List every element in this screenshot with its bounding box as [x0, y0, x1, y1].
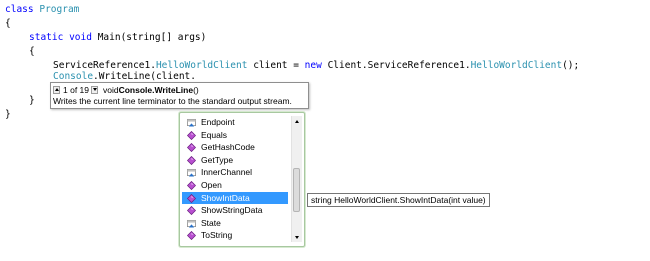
code-line-close-brace: } [5, 109, 11, 120]
keyword-void: void [69, 32, 92, 43]
next-overload-button[interactable] [91, 85, 98, 94]
keyword-static: static [29, 32, 64, 43]
completion-item-label: Open [201, 179, 222, 190]
completion-item-label: Endpoint [201, 117, 235, 127]
method-icon [187, 193, 196, 203]
code-line-method-close-brace: } [29, 95, 35, 106]
member-signature-tooltip: string HelloWorldClient.ShowIntData(int … [307, 193, 490, 207]
method-icon [187, 130, 196, 140]
keyword-new: new [304, 60, 322, 71]
completion-item[interactable]: GetType [182, 154, 288, 167]
intellisense-completion-list[interactable]: Endpoint Equals GetHashCode GetType InnerCha… [179, 112, 305, 247]
completion-item[interactable]: Equals [182, 129, 288, 142]
keyword-class: class [5, 4, 34, 15]
down-arrow-icon [92, 88, 97, 91]
completion-items: Endpoint Equals GetHashCode GetType InnerCha… [182, 116, 288, 242]
completion-item[interactable]: Endpoint [182, 116, 288, 129]
overload-counter: 1 of 19 [63, 84, 89, 95]
parameter-info-tooltip: 1 of 19 void Console.WriteLine () Writes… [50, 82, 309, 109]
method-icon [187, 155, 196, 165]
completion-item[interactable]: ToString [182, 229, 288, 242]
method-icon [187, 231, 196, 241]
completion-item-label: State [201, 217, 221, 228]
code-line-open-brace: { [5, 18, 11, 29]
method-icon [187, 143, 196, 153]
signature-suffix: () [193, 84, 199, 95]
signature-method-name: Console.WriteLine [118, 84, 194, 95]
completion-item-label: Equals [201, 129, 227, 140]
method-description: Writes the current line terminator to th… [53, 96, 292, 106]
completion-item-label: ShowIntData [201, 192, 250, 203]
up-arrow-icon [54, 88, 59, 91]
variable-assign: client = [247, 60, 305, 71]
method-icon [187, 206, 196, 216]
class-name: Program [39, 4, 80, 15]
completion-item-label: GetHashCode [201, 142, 255, 153]
completion-item[interactable]: Open [182, 179, 288, 192]
type-name-2: HelloWorldClient [470, 60, 563, 71]
completion-item-label: GetType [201, 154, 234, 165]
namespace-prefix-2: Client.ServiceReference1. [321, 60, 471, 71]
code-line-method-open-brace: { [29, 46, 35, 57]
code-line-main: static void Main(string[] args) [29, 31, 206, 45]
property-icon [187, 219, 196, 228]
scroll-down-button[interactable] [292, 232, 302, 242]
completion-item[interactable]: InnerChannel [182, 166, 288, 179]
signature-prefix: void [103, 84, 119, 95]
previous-overload-button[interactable] [53, 85, 60, 94]
completion-item[interactable]: ShowIntData [182, 191, 288, 205]
scroll-up-button[interactable] [292, 116, 302, 126]
completion-item-label: ToString [201, 230, 233, 241]
completion-item[interactable]: ShowStringData [182, 204, 288, 217]
scroll-thumb[interactable] [293, 168, 300, 212]
property-icon [187, 118, 196, 127]
method-icon [187, 180, 196, 190]
completion-item[interactable]: State [182, 217, 288, 230]
completion-item-label: InnerChannel [201, 167, 253, 178]
code-line-class: class Program [5, 3, 79, 17]
completion-item[interactable]: GetHashCode [182, 141, 288, 154]
down-arrow-icon [295, 235, 299, 239]
up-arrow-icon [295, 119, 299, 123]
property-icon [187, 169, 196, 177]
overload-navigator: 1 of 19 void Console.WriteLine () [53, 84, 199, 95]
completion-scrollbar[interactable] [291, 116, 302, 242]
main-signature: Main(string[] args) [97, 32, 207, 43]
writeline-call: .WriteLine(client. [93, 71, 196, 82]
console-type: Console [53, 71, 94, 82]
code-editor[interactable]: class Program { static void Main(string[… [0, 0, 650, 261]
completion-item-label: ShowStringData [201, 205, 263, 216]
constructor-call: (); [562, 60, 580, 71]
